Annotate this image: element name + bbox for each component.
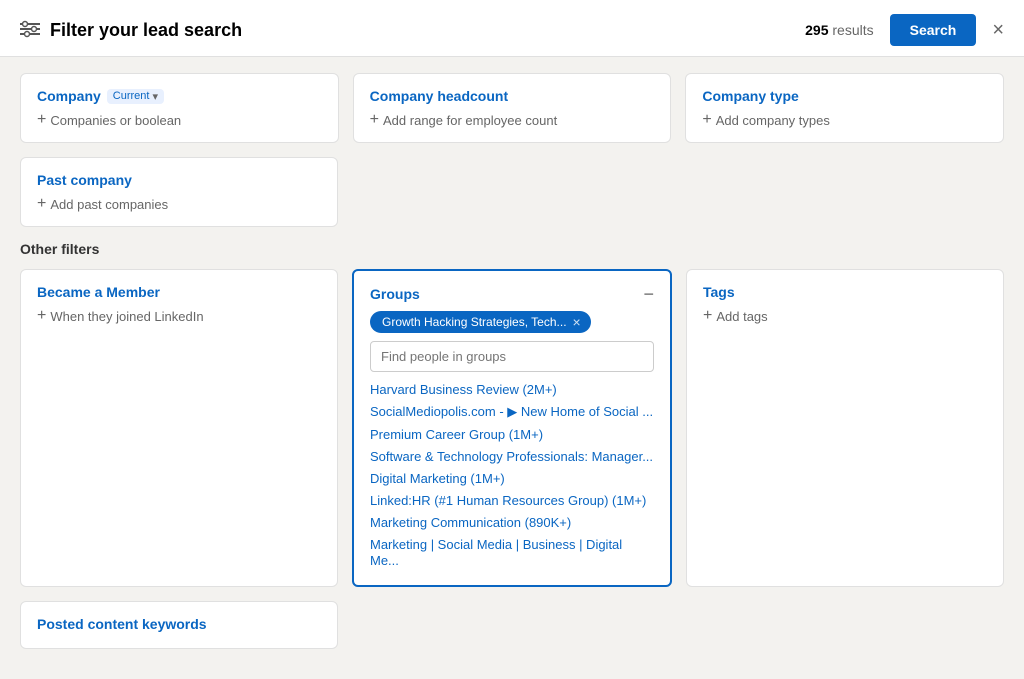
groups-card: Groups − Growth Hacking Strategies, Tech… — [352, 269, 672, 587]
became-member-card: Became a Member + When they joined Linke… — [20, 269, 338, 587]
filter-row-3: Became a Member + When they joined Linke… — [20, 269, 1004, 587]
modal-body: Company Current ▾ + Companies or boolean… — [0, 57, 1024, 679]
company-card-title: Company Current ▾ — [37, 88, 322, 104]
list-item: Premium Career Group (1M+) — [370, 423, 654, 445]
company-type-add-action[interactable]: + Add company types — [702, 112, 987, 128]
group-item-link[interactable]: SocialMediopolis.com - ▶ New Home of Soc… — [370, 404, 653, 419]
group-item-link[interactable]: Digital Marketing (1M+) — [370, 471, 505, 486]
other-filters-label: Other filters — [20, 241, 1004, 257]
plus-icon-past: + — [37, 196, 46, 212]
results-display: 295 results — [805, 22, 873, 38]
plus-icon-headcount: + — [370, 112, 379, 128]
list-item: Linked:HR (#1 Human Resources Group) (1M… — [370, 489, 654, 511]
company-type-card: Company type + Add company types — [685, 73, 1004, 143]
list-item: Marketing | Social Media | Business | Di… — [370, 533, 654, 571]
tags-add-action[interactable]: + Add tags — [703, 308, 987, 324]
group-item-link[interactable]: Harvard Business Review (2M+) — [370, 382, 557, 397]
filter-icon — [20, 20, 40, 41]
list-item: Harvard Business Review (2M+) — [370, 378, 654, 400]
posted-content-card: Posted content keywords — [20, 601, 338, 649]
dropdown-arrow-icon: ▾ — [152, 90, 158, 103]
list-item: Software & Technology Professionals: Man… — [370, 445, 654, 467]
filter-row-1: Company Current ▾ + Companies or boolean… — [20, 73, 1004, 143]
header-right: 295 results Search × — [805, 14, 1004, 46]
list-item: Digital Marketing (1M+) — [370, 467, 654, 489]
group-item-link[interactable]: Marketing Communication (890K+) — [370, 515, 571, 530]
search-button[interactable]: Search — [890, 14, 977, 46]
filter-row-4: Posted content keywords — [20, 601, 1004, 649]
groups-search-input[interactable] — [370, 341, 654, 372]
filter-modal: Filter your lead search 295 results Sear… — [0, 0, 1024, 679]
groups-collapse-button[interactable]: − — [643, 285, 654, 303]
list-item: SocialMediopolis.com - ▶ New Home of Soc… — [370, 400, 654, 423]
group-item-link[interactable]: Software & Technology Professionals: Man… — [370, 449, 653, 464]
posted-content-title: Posted content keywords — [37, 616, 321, 632]
company-type-title: Company type — [702, 88, 987, 104]
modal-header: Filter your lead search 295 results Sear… — [0, 0, 1024, 57]
past-company-add-action[interactable]: + Add past companies — [37, 196, 321, 212]
groups-title: Groups — [370, 286, 420, 302]
became-member-add-action[interactable]: + When they joined LinkedIn — [37, 308, 321, 324]
groups-suggestions-list: Harvard Business Review (2M+) SocialMedi… — [370, 378, 654, 571]
company-add-action[interactable]: + Companies or boolean — [37, 112, 322, 128]
plus-icon-type: + — [702, 112, 711, 128]
company-badge[interactable]: Current ▾ — [107, 89, 164, 104]
headcount-add-action[interactable]: + Add range for employee count — [370, 112, 655, 128]
plus-icon: + — [37, 112, 46, 128]
modal-title: Filter your lead search — [50, 20, 242, 41]
plus-icon-member: + — [37, 308, 46, 324]
groups-selected-tag: Growth Hacking Strategies, Tech... × — [370, 311, 591, 333]
past-company-card: Past company + Add past companies — [20, 157, 338, 227]
tag-remove-button[interactable]: × — [573, 315, 581, 329]
groups-content: Growth Hacking Strategies, Tech... × Har… — [370, 311, 654, 571]
company-card: Company Current ▾ + Companies or boolean — [20, 73, 339, 143]
close-button[interactable]: × — [992, 20, 1004, 40]
list-item: Marketing Communication (890K+) — [370, 511, 654, 533]
tags-title: Tags — [703, 284, 987, 300]
groups-header-row: Groups − — [370, 285, 654, 303]
filter-row-2: Past company + Add past companies — [20, 157, 1004, 227]
groups-selected-tag-container: Growth Hacking Strategies, Tech... × — [370, 311, 654, 341]
headcount-title: Company headcount — [370, 88, 655, 104]
header-left: Filter your lead search — [20, 20, 242, 41]
group-item-link[interactable]: Marketing | Social Media | Business | Di… — [370, 537, 622, 568]
became-member-title: Became a Member — [37, 284, 321, 300]
group-item-link[interactable]: Premium Career Group (1M+) — [370, 427, 543, 442]
company-headcount-card: Company headcount + Add range for employ… — [353, 73, 672, 143]
plus-icon-tags: + — [703, 308, 712, 324]
group-item-link[interactable]: Linked:HR (#1 Human Resources Group) (1M… — [370, 493, 646, 508]
tags-card: Tags + Add tags — [686, 269, 1004, 587]
past-company-title: Past company — [37, 172, 321, 188]
